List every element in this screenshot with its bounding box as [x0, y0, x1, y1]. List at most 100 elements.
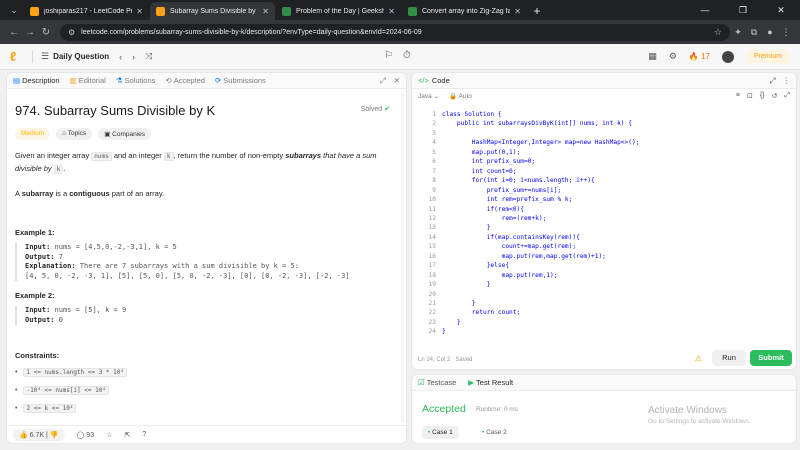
- saved-status: Saved: [455, 357, 473, 363]
- streak-counter[interactable]: 🔥 17: [689, 52, 710, 61]
- code-line: if(map.containsKey(rem)){: [442, 233, 580, 241]
- close-icon[interactable]: ✕: [262, 7, 269, 16]
- browser-tab[interactable]: Convert array into Zig-Zag fash ✕: [402, 2, 527, 20]
- line-number: 11: [428, 205, 436, 213]
- auto-mode[interactable]: 🔒 Auto: [449, 92, 472, 100]
- puzzle-icon[interactable]: ⧉: [746, 27, 762, 38]
- fullscreen-icon[interactable]: ⤢: [784, 92, 790, 100]
- close-icon[interactable]: ✕: [514, 7, 521, 16]
- url-bar[interactable]: ⚙ leetcode.com/problems/subarray-sums-di…: [60, 23, 730, 41]
- settings-icon[interactable]: ⚙: [669, 51, 677, 62]
- profile-icon[interactable]: ●: [762, 27, 778, 37]
- code-line: }: [442, 328, 446, 336]
- minimize-icon[interactable]: —: [686, 0, 724, 20]
- run-button[interactable]: Run: [712, 350, 746, 366]
- site-info-icon[interactable]: ⚙: [68, 28, 75, 37]
- next-problem-icon[interactable]: ›: [132, 52, 135, 62]
- code-line: map.put(rem,1);: [442, 271, 558, 279]
- tab-description[interactable]: ▤ Description: [13, 76, 60, 85]
- braces-icon[interactable]: {}: [760, 92, 765, 100]
- new-tab-button[interactable]: +: [528, 2, 546, 20]
- example-output: 7: [58, 252, 63, 261]
- prev-problem-icon[interactable]: ‹: [119, 52, 122, 62]
- close-icon[interactable]: ✕: [388, 7, 395, 16]
- maximize-icon[interactable]: ❐: [724, 0, 762, 20]
- line-number: 15: [428, 243, 436, 251]
- lock-icon: 🔒: [449, 93, 458, 100]
- constraint: -10⁴ <= nums[i] <= 10⁴: [23, 386, 109, 395]
- help-icon[interactable]: ?: [142, 431, 146, 438]
- like-button[interactable]: 👍 6.7K | 👎: [13, 428, 65, 441]
- tab-test-result[interactable]: ▶ Test Result: [468, 378, 513, 387]
- close-icon[interactable]: ✕: [136, 7, 143, 16]
- label: Input:: [25, 306, 51, 314]
- submit-button[interactable]: Submit: [750, 350, 792, 366]
- close-window-icon[interactable]: ✕: [762, 0, 800, 20]
- scrollbar[interactable]: [401, 93, 404, 423]
- comments-button[interactable]: ◯ 93: [77, 431, 95, 439]
- text: and an integer: [111, 151, 164, 160]
- code-line: prefix_sum+=nums[i];: [442, 186, 562, 194]
- tab-solutions[interactable]: ⚗ Solutions: [116, 76, 156, 85]
- line-number: 8: [432, 177, 436, 185]
- runtime: Runtime: 0 ms: [476, 406, 518, 413]
- problem-tags: Medium ⌂ Topics ▣ Companies: [15, 128, 398, 140]
- expand-icon[interactable]: ⤢: [380, 76, 386, 86]
- topics-tag[interactable]: ⌂ Topics: [56, 128, 93, 140]
- reload-icon[interactable]: ↻: [38, 27, 54, 38]
- line-number: 13: [428, 224, 436, 232]
- daily-question-title[interactable]: Daily Question: [53, 52, 109, 61]
- code-icon: </>: [418, 76, 429, 85]
- leetcode-logo-icon[interactable]: ℓ: [10, 49, 24, 64]
- format-icon[interactable]: ≡: [736, 92, 740, 100]
- timer-icon[interactable]: ⏱: [403, 50, 411, 61]
- avatar[interactable]: [721, 50, 734, 63]
- difficulty-badge[interactable]: Medium: [15, 128, 51, 140]
- shuffle-icon[interactable]: ⤨: [145, 51, 152, 62]
- share-icon[interactable]: ⇱: [124, 431, 130, 439]
- bookmark-star-icon[interactable]: ☆: [714, 27, 722, 38]
- debug-icon[interactable]: ⚐: [384, 50, 393, 61]
- page-title[interactable]: 974. Subarray Sums Divisible by K: [15, 103, 398, 118]
- tab-title: joshiparas217 - LeetCode Profi: [44, 7, 133, 15]
- thumbs-down-icon[interactable]: | 👎: [46, 432, 58, 439]
- tab-testcase[interactable]: ☑ Testcase: [418, 378, 456, 387]
- list-item: -10⁴ <= nums[i] <= 10⁴: [15, 386, 398, 395]
- bold-text: subarrays: [285, 151, 322, 160]
- case-tab[interactable]: • Case 1: [422, 426, 459, 439]
- code-line: }: [442, 224, 491, 232]
- menu-icon[interactable]: ⋮: [778, 27, 794, 38]
- extension-icon[interactable]: ✦: [730, 27, 746, 38]
- case-tab[interactable]: • Case 2: [476, 426, 513, 439]
- browser-tab[interactable]: joshiparas217 - LeetCode Profi ✕: [24, 2, 149, 20]
- gfg-favicon-icon: [282, 6, 291, 16]
- solved-badge: Solved ✔: [361, 105, 390, 113]
- reset-icon[interactable]: ↺: [772, 92, 778, 100]
- description-footer: 👍 6.7K | 👎 ◯ 93 ☆ ⇱ ?: [7, 425, 406, 443]
- favorite-icon[interactable]: ☆: [106, 431, 112, 439]
- companies-tag[interactable]: ▣ Companies: [98, 128, 152, 140]
- like-count: 6.7K: [29, 431, 45, 439]
- tab-search-icon[interactable]: ⌄: [4, 0, 24, 20]
- tab-submissions[interactable]: ⟳ Submissions: [215, 76, 266, 85]
- browser-tab-active[interactable]: Subarray Sums Divisible by K - ✕: [150, 2, 275, 20]
- forward-icon[interactable]: →: [22, 27, 38, 38]
- close-panel-icon[interactable]: ✕: [394, 76, 400, 86]
- tab-editorial[interactable]: ▥ Editorial: [70, 76, 106, 85]
- browser-tab[interactable]: Problem of the Day | GeeksforG ✕: [276, 2, 401, 20]
- bookmark-icon[interactable]: ⊡: [747, 92, 753, 100]
- premium-button[interactable]: Premium: [745, 50, 790, 63]
- tab-accepted[interactable]: ⟲ Accepted: [165, 76, 205, 85]
- code-editor[interactable]: 1 class Solution {2 public int subarraysD…: [412, 109, 796, 355]
- list-icon[interactable]: ☰: [41, 51, 49, 62]
- code-line: rem=(rem+k);: [442, 214, 547, 222]
- language-select[interactable]: Java ⌄: [418, 92, 439, 100]
- layout-icon[interactable]: ▦: [648, 51, 657, 62]
- line-number: 4: [432, 139, 436, 147]
- code-line: map.put(rem,map.get(rem)+1);: [442, 252, 606, 260]
- bulb-icon[interactable]: ⚠: [695, 354, 702, 363]
- expand-icon[interactable]: ⤢: [770, 76, 776, 86]
- back-icon[interactable]: ←: [6, 27, 22, 38]
- text: , return the number of non-empty: [173, 151, 286, 160]
- more-icon[interactable]: ⋮: [783, 76, 791, 86]
